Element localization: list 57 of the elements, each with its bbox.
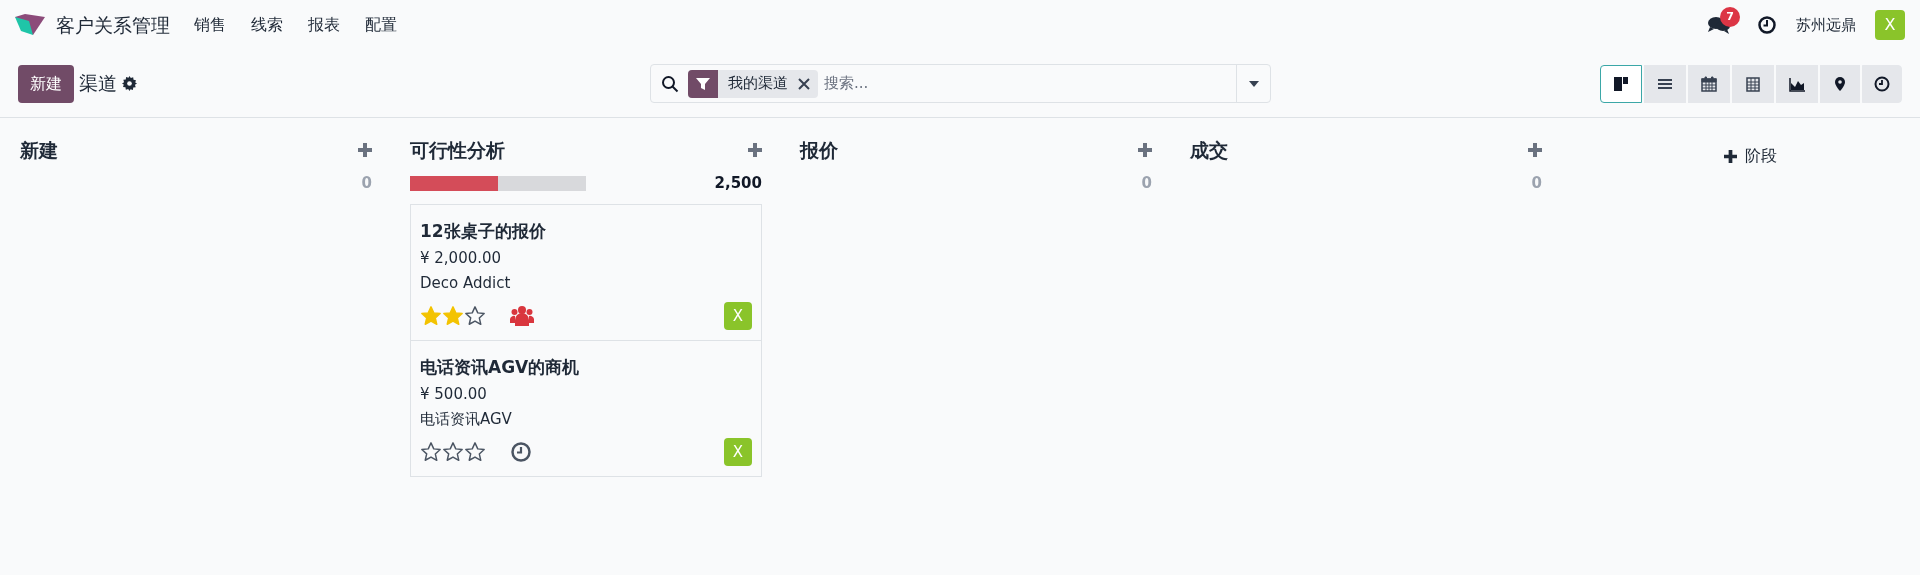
facet-label: 我的渠道 [727, 73, 789, 95]
menu-item[interactable]: 报表 [308, 13, 340, 37]
calendar-icon [1700, 74, 1718, 93]
menu-item[interactable]: 配置 [365, 13, 397, 37]
clock-icon[interactable] [510, 441, 532, 463]
breadcrumb: 渠道 [79, 71, 117, 97]
kanban-icon [1612, 74, 1630, 93]
notification-badge: 7 [1720, 7, 1740, 27]
company-name[interactable]: 苏州远鼎 [1796, 13, 1856, 37]
add-icon[interactable] [1528, 143, 1542, 157]
customer-name: 电话资讯AGV [420, 409, 513, 430]
filter-icon [696, 76, 710, 91]
view-button[interactable] [1600, 64, 1642, 103]
clock-icon [1873, 74, 1891, 93]
search-bar[interactable]: 我的渠道 搜索... [650, 64, 1271, 103]
add-icon[interactable] [1138, 143, 1152, 157]
new-button[interactable]: 新建 [18, 64, 74, 103]
star-icon[interactable] [464, 441, 486, 463]
column-total: 2,500 [714, 172, 762, 194]
close-icon[interactable] [798, 77, 810, 90]
filter-facet[interactable]: 我的渠道 [688, 69, 818, 98]
app-title[interactable]: 客户关系管理 [56, 10, 170, 40]
priority-stars[interactable] [420, 305, 486, 327]
kanban-card[interactable]: 12张桌子的报价 ¥ 2,000.00 Deco Addict X [410, 204, 762, 341]
column-title: 新建 [20, 137, 58, 163]
add-stage-button[interactable]: 阶段 [1724, 144, 1777, 168]
customer-name: Deco Addict [420, 273, 512, 294]
column-title: 报价 [800, 137, 838, 163]
priority-stars[interactable] [420, 441, 486, 463]
kanban-card[interactable]: 电话资讯AGV的商机 ¥ 500.00 电话资讯AGV X [410, 340, 762, 477]
star-icon[interactable] [442, 441, 464, 463]
search-input[interactable]: 搜索... [824, 72, 1236, 95]
people-icon[interactable] [510, 305, 534, 327]
add-icon[interactable] [748, 143, 762, 157]
star-icon[interactable] [420, 441, 442, 463]
user-avatar: X [724, 438, 752, 466]
column-total: 0 [1531, 172, 1542, 194]
card-title: 12张桌子的报价 [420, 220, 547, 243]
user-avatar: X [724, 302, 752, 330]
caret-icon [1248, 80, 1259, 87]
column-total: 0 [361, 172, 372, 194]
star-icon[interactable] [464, 305, 486, 327]
gear-icon[interactable] [122, 76, 137, 91]
card-amount: ¥ 2,000.00 [420, 248, 503, 269]
add-icon[interactable] [358, 143, 372, 157]
clock-icon[interactable] [1757, 15, 1777, 35]
card-title: 电话资讯AGV的商机 [420, 356, 581, 379]
search-icon[interactable] [661, 74, 679, 93]
column-title: 成交 [1190, 137, 1228, 163]
menu-item[interactable]: 线索 [251, 13, 283, 37]
menu-item[interactable]: 销售 [194, 13, 226, 37]
column-title: 可行性分析 [410, 137, 505, 163]
plus-icon [1724, 149, 1737, 163]
table-icon [1744, 74, 1762, 93]
column-total: 0 [1141, 172, 1152, 194]
app-logo-icon[interactable] [15, 13, 47, 37]
card-amount: ¥ 500.00 [420, 384, 488, 405]
